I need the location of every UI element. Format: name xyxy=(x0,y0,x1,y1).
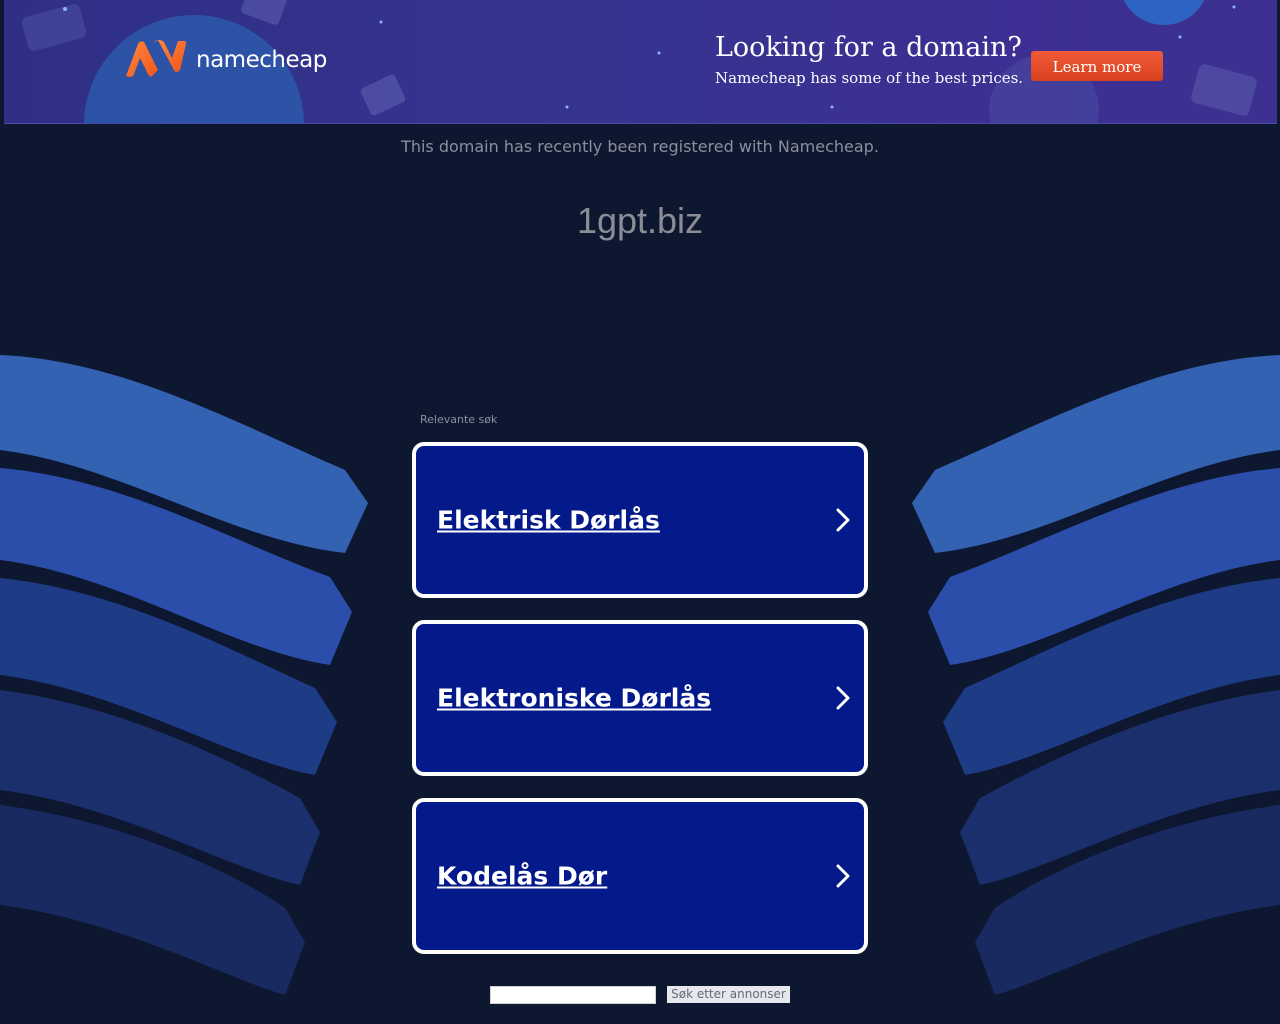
registration-notice: This domain has recently been registered… xyxy=(401,137,879,156)
learn-more-button[interactable]: Learn more xyxy=(1031,51,1163,81)
related-link-label[interactable]: Elektrisk Dørlås xyxy=(437,506,660,535)
chevron-right-icon xyxy=(836,508,850,532)
related-link-card[interactable]: Kodelås Dør xyxy=(412,798,868,954)
chevron-right-icon xyxy=(836,864,850,888)
related-link-card[interactable]: Elektrisk Dørlås xyxy=(412,442,868,598)
promo-subline: Namecheap has some of the best prices. xyxy=(715,69,1024,87)
ad-search-button[interactable]: Søk etter annonser xyxy=(667,986,790,1003)
related-link-label[interactable]: Kodelås Dør xyxy=(437,862,607,891)
namecheap-logo[interactable]: namecheap xyxy=(124,40,327,78)
logo-text: namecheap xyxy=(196,47,327,73)
related-searches-label: Relevante søk xyxy=(420,413,498,426)
promo-banner[interactable]: namecheap Looking for a domain? Namechea… xyxy=(4,0,1277,124)
domain-name: 1gpt.biz xyxy=(576,200,704,241)
ad-search-input[interactable] xyxy=(490,986,656,1004)
namecheap-n-logo-icon xyxy=(126,40,187,77)
related-link-label[interactable]: Elektroniske Dørlås xyxy=(437,684,711,713)
promo-headline: Looking for a domain? xyxy=(715,32,1022,63)
related-link-card[interactable]: Elektroniske Dørlås xyxy=(412,620,868,776)
chevron-right-icon xyxy=(836,686,850,710)
